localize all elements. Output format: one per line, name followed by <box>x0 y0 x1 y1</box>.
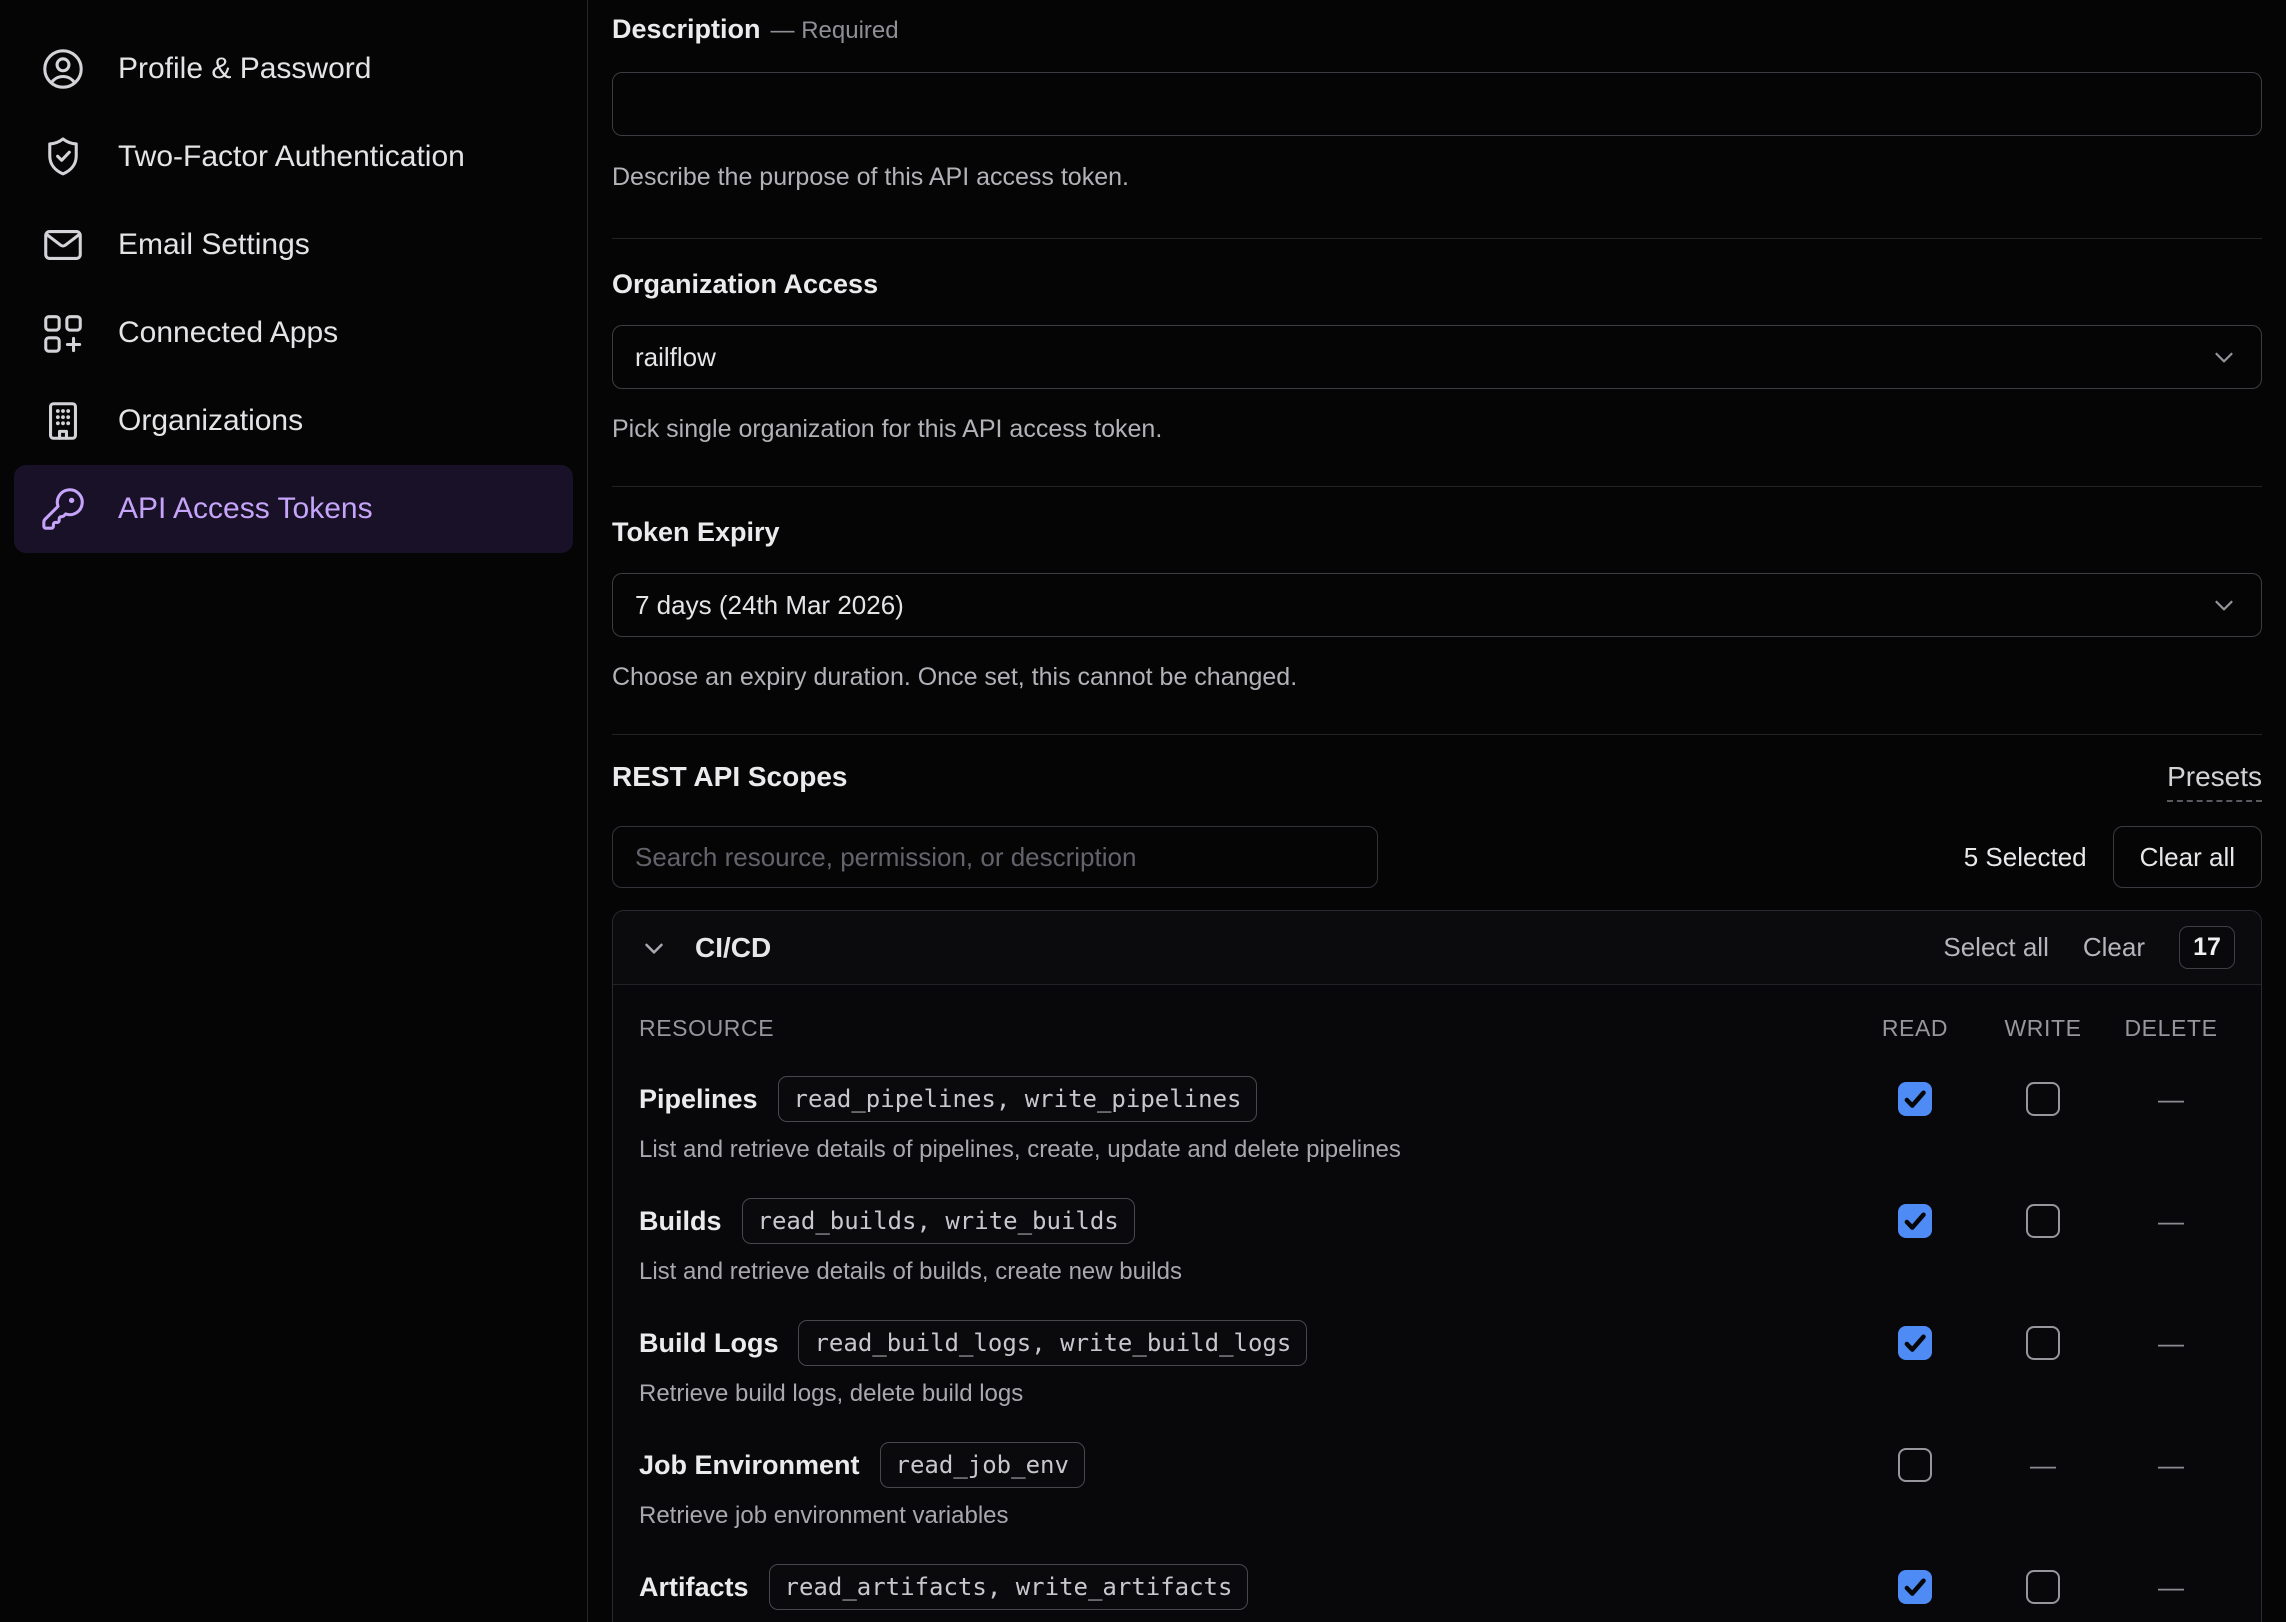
write-checkbox[interactable] <box>2026 1326 2060 1360</box>
building-icon <box>40 398 86 444</box>
sidebar-item-label: API Access Tokens <box>118 492 373 526</box>
mail-icon <box>40 222 86 268</box>
permission-badge: read_builds, write_builds <box>742 1198 1135 1244</box>
not-applicable-dash: — <box>2158 1450 2184 1481</box>
key-icon <box>40 486 86 532</box>
resource-name: Pipelines <box>639 1084 758 1115</box>
sidebar-item-label: Email Settings <box>118 228 310 262</box>
permission-badge: read_pipelines, write_pipelines <box>778 1076 1258 1122</box>
scopes-title: REST API Scopes <box>612 761 847 793</box>
check-icon <box>1900 1572 1930 1602</box>
permission-badge: read_artifacts, write_artifacts <box>769 1564 1249 1610</box>
sidebar-item-label: Two-Factor Authentication <box>118 140 465 174</box>
organization-selected-value: railflow <box>635 342 716 373</box>
write-column-header: WRITE <box>1979 1015 2107 1042</box>
token-expiry-select[interactable]: 7 days (24th Mar 2026) <box>612 573 2262 637</box>
permission-badge: read_job_env <box>880 1442 1085 1488</box>
token-expiry-selected-value: 7 days (24th Mar 2026) <box>635 590 904 621</box>
scope-group-panel: CI/CD Select all Clear 17 RESOURCE READ … <box>612 910 2262 1622</box>
read-checkbox[interactable] <box>1898 1326 1932 1360</box>
token-expiry-help: Choose an expiry duration. Once set, thi… <box>612 663 2262 692</box>
resource-description: List and retrieve details of pipelines, … <box>639 1136 1851 1164</box>
clear-link[interactable]: Clear <box>2083 932 2145 963</box>
read-checkbox[interactable] <box>1898 1570 1932 1604</box>
not-applicable-dash: — <box>2158 1084 2184 1115</box>
sidebar-item-connected-apps[interactable]: Connected Apps <box>14 289 573 377</box>
not-applicable-dash: — <box>2158 1206 2184 1237</box>
read-column-header: READ <box>1851 1015 1979 1042</box>
sidebar-item-label: Connected Apps <box>118 316 338 350</box>
scope-row: Build Logs read_build_logs, write_build_… <box>639 1319 2235 1408</box>
organization-select[interactable]: railflow <box>612 325 2262 389</box>
token-expiry-label: Token Expiry <box>612 517 2262 548</box>
clear-all-button[interactable]: Clear all <box>2113 826 2262 888</box>
read-checkbox[interactable] <box>1898 1448 1932 1482</box>
organization-access-section: Organization Access railflow Pick single… <box>612 239 2262 487</box>
description-label: Description <box>612 14 761 44</box>
scope-group-name: CI/CD <box>695 932 771 964</box>
settings-sidebar: Profile & Password Two-Factor Authentica… <box>0 0 588 1622</box>
not-applicable-dash: — <box>2158 1328 2184 1359</box>
required-note: — Required <box>771 17 899 44</box>
presets-link[interactable]: Presets <box>2167 761 2262 802</box>
scope-table: RESOURCE READ WRITE DELETE Pipelines rea… <box>613 985 2261 1622</box>
scope-count-badge: 17 <box>2179 926 2235 969</box>
scope-row: Pipelines read_pipelines, write_pipeline… <box>639 1075 2235 1164</box>
shield-check-icon <box>40 134 86 180</box>
sidebar-item-api-access-tokens[interactable]: API Access Tokens <box>14 465 573 553</box>
check-icon <box>1900 1328 1930 1358</box>
scope-rows: Pipelines read_pipelines, write_pipeline… <box>639 1075 2235 1622</box>
resource-column-header: RESOURCE <box>639 1015 1851 1042</box>
sidebar-item-organizations[interactable]: Organizations <box>14 377 573 465</box>
description-section: Description — Required Describe the purpo… <box>612 0 2262 239</box>
resource-name: Builds <box>639 1206 722 1237</box>
scope-row: Builds read_builds, write_builds List an… <box>639 1197 2235 1286</box>
write-checkbox[interactable] <box>2026 1082 2060 1116</box>
user-circle-icon <box>40 46 86 92</box>
organization-access-label: Organization Access <box>612 269 2262 300</box>
check-icon <box>1900 1206 1930 1236</box>
chevron-down-icon <box>2209 342 2239 372</box>
resource-description: Retrieve job environment variables <box>639 1502 1851 1530</box>
rest-api-scopes-section: REST API Scopes Presets 5 Selected Clear… <box>612 735 2262 1622</box>
chevron-down-icon <box>2209 590 2239 620</box>
selected-count: 5 Selected <box>1964 842 2087 873</box>
delete-column-header: DELETE <box>2107 1015 2235 1042</box>
scope-row: Job Environment read_job_env Retrieve jo… <box>639 1441 2235 1530</box>
sidebar-item-two-factor-authentication[interactable]: Two-Factor Authentication <box>14 113 573 201</box>
read-checkbox[interactable] <box>1898 1082 1932 1116</box>
select-all-link[interactable]: Select all <box>1943 932 2049 963</box>
sidebar-item-profile-password[interactable]: Profile & Password <box>14 25 573 113</box>
sidebar-item-label: Organizations <box>118 404 303 438</box>
scope-table-header: RESOURCE READ WRITE DELETE <box>639 1015 2235 1042</box>
token-expiry-section: Token Expiry 7 days (24th Mar 2026) Choo… <box>612 487 2262 735</box>
scope-row: Artifacts read_artifacts, write_artifact… <box>639 1563 2235 1622</box>
chevron-down-icon[interactable] <box>639 933 669 963</box>
read-checkbox[interactable] <box>1898 1204 1932 1238</box>
description-input[interactable] <box>612 72 2262 136</box>
not-applicable-dash: — <box>2030 1450 2056 1481</box>
token-form: Description — Required Describe the purpo… <box>588 0 2286 1622</box>
scope-group-header: CI/CD Select all Clear 17 <box>613 911 2261 985</box>
resource-name: Artifacts <box>639 1572 749 1603</box>
write-checkbox[interactable] <box>2026 1204 2060 1238</box>
organization-help: Pick single organization for this API ac… <box>612 415 2262 444</box>
permission-badge: read_build_logs, write_build_logs <box>798 1320 1307 1366</box>
description-help: Describe the purpose of this API access … <box>612 163 2262 192</box>
sidebar-item-label: Profile & Password <box>118 52 371 86</box>
check-icon <box>1900 1084 1930 1114</box>
resource-name: Build Logs <box>639 1328 778 1359</box>
not-applicable-dash: — <box>2158 1572 2184 1603</box>
resource-name: Job Environment <box>639 1450 860 1481</box>
resource-description: Retrieve build logs, delete build logs <box>639 1380 1851 1408</box>
write-checkbox[interactable] <box>2026 1570 2060 1604</box>
connected-apps-icon <box>40 310 86 356</box>
scope-search-input[interactable] <box>612 826 1378 888</box>
sidebar-item-email-settings[interactable]: Email Settings <box>14 201 573 289</box>
resource-description: List and retrieve details of builds, cre… <box>639 1258 1851 1286</box>
